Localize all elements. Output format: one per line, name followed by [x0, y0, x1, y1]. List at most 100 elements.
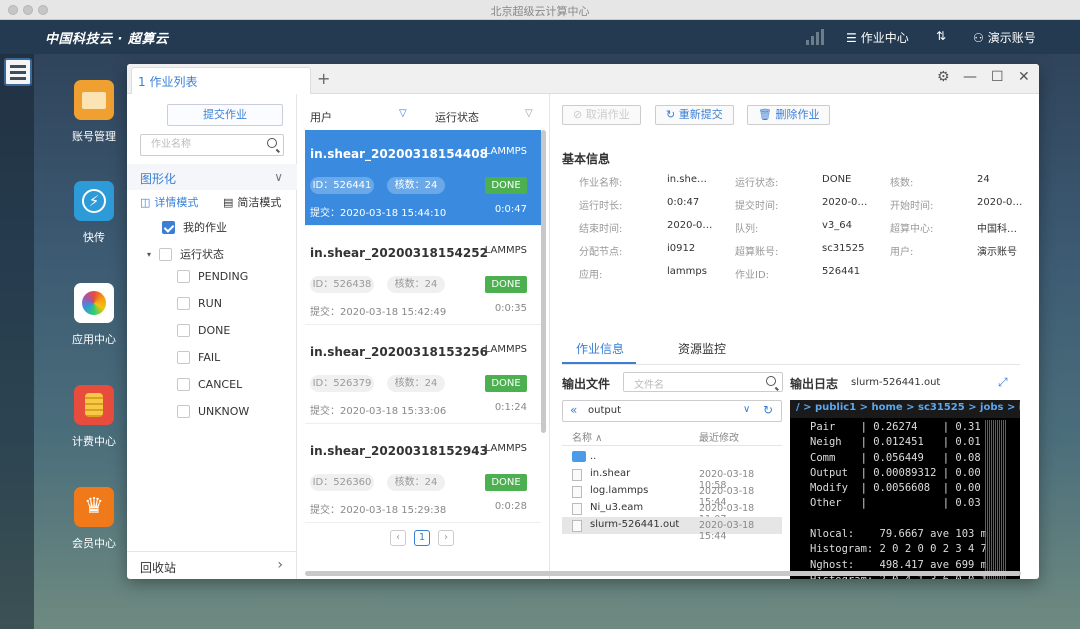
info-value: lammps: [667, 266, 707, 277]
checkbox-checked-icon[interactable]: [162, 220, 175, 234]
info-label: 核数:: [890, 178, 914, 189]
minimize-icon[interactable]: —: [963, 69, 977, 85]
file-row-selected[interactable]: slurm-526441.out 2020-03-18 15:44: [562, 517, 782, 542]
info-label: 分配节点:: [579, 247, 623, 258]
status-filter-done[interactable]: DONE: [177, 324, 230, 337]
checkbox[interactable]: [159, 247, 173, 261]
trash-icon: 🗑: [758, 108, 772, 121]
settings-icon[interactable]: ⚙: [937, 69, 950, 85]
resubmit-job-button[interactable]: ↻ 重新提交: [655, 105, 734, 125]
filter-icon[interactable]: ▽: [399, 108, 407, 119]
recycle-bin-link[interactable]: 回收站 ›: [127, 551, 297, 579]
desktop-app-center[interactable]: 应用中心: [68, 283, 120, 347]
job-name-search-input[interactable]: 作业名称: [140, 134, 284, 156]
path-bar[interactable]: « output ∨ ↻: [562, 400, 782, 422]
next-page-icon[interactable]: ›: [438, 530, 454, 546]
job-id-badge: ID：526360: [310, 474, 374, 491]
close-icon[interactable]: ✕: [1018, 69, 1030, 85]
signal-icon: [806, 29, 828, 45]
tab-job-list[interactable]: 1 作业列表: [131, 67, 311, 94]
chevron-down-icon[interactable]: ∨: [743, 404, 750, 415]
caret-down-icon[interactable]: ▾: [147, 250, 151, 259]
current-path: output: [588, 405, 621, 416]
info-label: 结束时间:: [579, 224, 623, 235]
top-navigation: 中国科技云 · 超算云 ☰ 作业中心 ⇅ ⚇ 演示账号: [0, 20, 1080, 54]
delete-job-button[interactable]: 🗑 删除作业: [747, 105, 831, 125]
submit-job-button[interactable]: 提交作业: [167, 104, 283, 126]
info-label: 队列:: [735, 224, 759, 235]
folder-icon: [572, 451, 586, 462]
file-row[interactable]: ..: [562, 449, 782, 466]
desktop-member-center[interactable]: ♛ 会员中心: [68, 487, 120, 551]
job-card[interactable]: in.shear_20200318154252 LAMMPS ID：526438…: [305, 229, 541, 325]
job-list-app-icon[interactable]: [4, 58, 32, 86]
status-filter-pending[interactable]: PENDING: [177, 270, 248, 283]
run-status-filter[interactable]: ▾ 运行状态: [147, 246, 224, 262]
status-filter-unknow[interactable]: UNKNOW: [177, 405, 249, 418]
info-label: 超算中心:: [890, 224, 934, 235]
output-log-title: 输出日志: [790, 377, 839, 391]
status-badge: DONE: [485, 177, 527, 194]
detail-mode-toggle[interactable]: ◫ 详情模式: [140, 194, 198, 210]
status-filter-cancel[interactable]: CANCEL: [177, 378, 242, 391]
job-card[interactable]: in.shear_20200318152943 LAMMPS ID：526360…: [305, 427, 541, 523]
side-rail: [0, 54, 34, 629]
transfer-icon[interactable]: ⇅: [936, 29, 946, 43]
log-file-name: slurm-526441.out: [851, 377, 941, 388]
cores-badge: 核数：24: [387, 177, 445, 194]
back-icon[interactable]: «: [570, 403, 577, 417]
job-card[interactable]: in.shear_20200318154408 LAMMPS ID：526441…: [305, 130, 541, 226]
job-list-scrollbar[interactable]: [541, 130, 546, 433]
page-number-button[interactable]: 1: [414, 530, 430, 546]
column-name[interactable]: 名称 ∧: [572, 429, 603, 444]
tab-job-info[interactable]: 作业信息: [576, 340, 624, 357]
column-modified[interactable]: 最近修改: [699, 429, 739, 444]
status-badge: DONE: [485, 474, 527, 491]
log-breadcrumb[interactable]: / > public1 > home > sc31525 > jobs > i…: [790, 400, 1020, 418]
expand-icon[interactable]: ⤢: [998, 375, 1008, 390]
simple-mode-toggle[interactable]: ▤ 简洁模式: [223, 194, 281, 210]
status-filter-fail[interactable]: FAIL: [177, 351, 220, 364]
brand-logo: 中国科技云 · 超算云: [45, 32, 169, 47]
mac-title-bar: 北京超级云计算中心: [0, 0, 1080, 20]
refresh-icon[interactable]: ↻: [763, 403, 773, 417]
desktop-account-management[interactable]: 账号管理: [68, 80, 120, 144]
desktop-billing-center[interactable]: 计费中心: [68, 385, 120, 449]
checkbox[interactable]: [177, 297, 190, 310]
job-center-link[interactable]: ☰ 作业中心: [846, 29, 909, 46]
flower-icon: [74, 283, 114, 323]
account-menu[interactable]: ⚇ 演示账号: [973, 29, 1036, 46]
tab-resource-monitor[interactable]: 资源监控: [678, 340, 726, 357]
info-label: 运行时长:: [579, 201, 623, 212]
my-jobs-filter[interactable]: 我的作业: [162, 219, 227, 235]
prev-page-icon[interactable]: ‹: [390, 530, 406, 546]
file-name-search-input[interactable]: 文件名: [623, 372, 783, 392]
search-icon[interactable]: [267, 138, 277, 148]
status-filter-run[interactable]: RUN: [177, 297, 222, 310]
info-value: 2020-0…: [822, 197, 868, 208]
desktop-quick-transfer[interactable]: ⚡ 快传: [68, 181, 120, 245]
file-icon: [572, 520, 582, 532]
refresh-icon: ↻: [666, 108, 676, 121]
checkbox[interactable]: [177, 270, 190, 283]
checkbox[interactable]: [177, 324, 190, 337]
search-icon[interactable]: [766, 376, 776, 386]
cancel-job-button[interactable]: ⊘ 取消作业: [562, 105, 641, 125]
file-row[interactable]: in.shear 2020-03-18 10:58: [562, 466, 782, 491]
file-icon: [572, 469, 582, 481]
log-viewer[interactable]: / > public1 > home > sc31525 > jobs > i……: [790, 400, 1020, 579]
horizontal-scrollbar[interactable]: [305, 571, 1021, 576]
status-badge: DONE: [485, 276, 527, 293]
graphical-section-header[interactable]: 图形化 ∨: [127, 164, 297, 190]
checkbox[interactable]: [177, 405, 190, 418]
job-card[interactable]: in.shear_20200318153256 LAMMPS ID：526379…: [305, 328, 541, 424]
maximize-icon[interactable]: ☐: [991, 69, 1004, 85]
info-value: DONE: [822, 174, 852, 185]
file-row[interactable]: Ni_u3.eam 2020-03-18 11:07: [562, 500, 782, 525]
checkbox[interactable]: [177, 378, 190, 391]
info-label: 超算账号:: [735, 247, 779, 258]
add-tab-icon[interactable]: +: [317, 69, 330, 88]
filter-icon[interactable]: ▽: [525, 108, 533, 119]
checkbox[interactable]: [177, 351, 190, 364]
file-row[interactable]: log.lammps 2020-03-18 15:44: [562, 483, 782, 508]
